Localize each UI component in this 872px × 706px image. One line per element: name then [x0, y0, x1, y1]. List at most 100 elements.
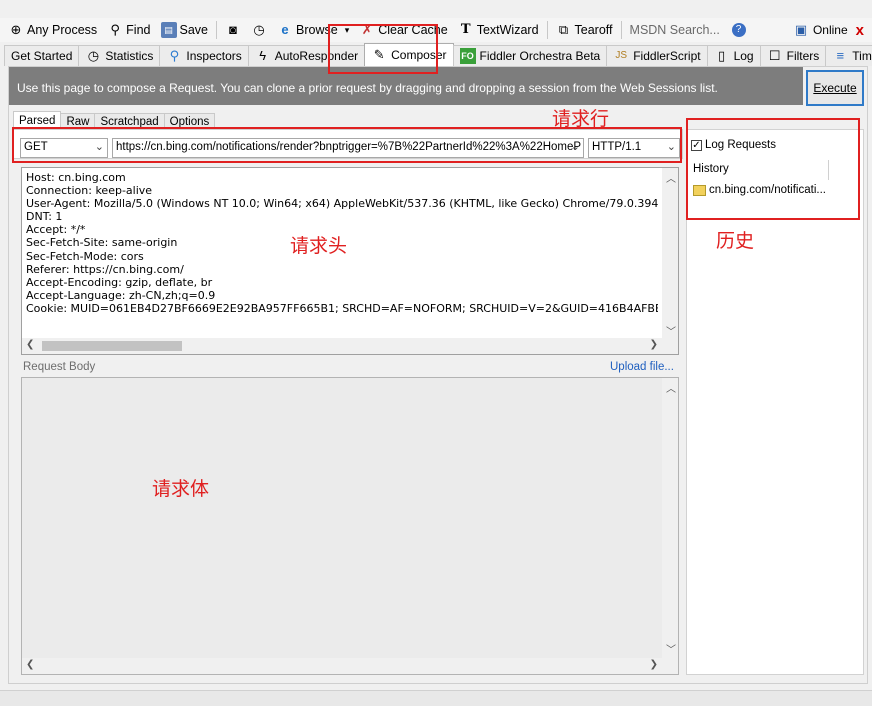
annotation-request-headers: 请求头 [290, 235, 348, 257]
tab-label: Log [733, 49, 754, 63]
annotation-history: 历史 [716, 230, 755, 252]
tab-autoresponder[interactable]: ϟ AutoResponder [247, 45, 366, 66]
browse-label: Browse [296, 23, 338, 37]
vertical-scrollbar[interactable]: ︿ ﹀ [662, 378, 678, 658]
tearoff-button[interactable]: ⧉ Tearoff [552, 19, 617, 41]
save-label: Save [179, 23, 209, 37]
scroll-right-icon[interactable]: ❯ [650, 659, 658, 670]
stopwatch-icon: ◷ [87, 48, 100, 63]
msdn-search-placeholder: MSDN Search... [629, 23, 720, 37]
status-bar [0, 690, 872, 706]
scroll-right-icon[interactable]: ❯ [650, 339, 658, 350]
execute-button[interactable]: Execute [806, 70, 864, 106]
request-headers-editor[interactable]: Host: cn.bing.com Connection: keep-alive… [21, 167, 679, 355]
tab-label: Statistics [105, 49, 154, 63]
tab-get-started[interactable]: Get Started [4, 45, 80, 66]
annotation-request-line: 请求行 [552, 108, 610, 130]
main-tabs: Get Started ◷ Statistics ⚲ Inspectors ϟ Aut… [4, 43, 872, 66]
find-button[interactable]: ⚲ Find [103, 19, 154, 41]
toolbar-separator [620, 21, 622, 39]
tab-label: Inspectors [186, 49, 242, 63]
screenshot-button[interactable]: ◙ [221, 19, 245, 41]
text-wizard-button[interactable]: T TextWizard [454, 19, 543, 41]
online-label: Online [812, 23, 848, 37]
clear-cache-label: Clear Cache [378, 23, 448, 37]
timer-button[interactable]: ◷ [247, 19, 271, 41]
tab-filters[interactable]: ☐ Filters [759, 45, 827, 66]
tearoff-icon: ⧉ [558, 22, 569, 37]
scroll-up-icon[interactable]: ︿ [666, 170, 676, 185]
msdn-search-input[interactable]: MSDN Search... [626, 19, 726, 41]
find-label: Find [126, 23, 151, 37]
url-input[interactable]: https://cn.bing.com/notifications/render… [112, 138, 584, 158]
binoculars-icon: ⚲ [110, 22, 120, 37]
browse-button[interactable]: e Browse ▾ [273, 19, 353, 41]
vertical-scrollbar[interactable]: ︿ ﹀ [662, 168, 678, 340]
scroll-left-icon[interactable]: ❮ [26, 339, 34, 350]
online-icon: ▣ [794, 22, 808, 37]
online-status[interactable]: ▣ Online x [793, 22, 872, 39]
save-button[interactable]: ▤ Save [157, 19, 213, 41]
any-process-button[interactable]: ⊕ Any Process [4, 19, 101, 41]
method-select[interactable]: GET ⌄ [20, 138, 108, 158]
subtab-raw[interactable]: Raw [60, 113, 96, 129]
tearoff-label: Tearoff [574, 23, 613, 37]
tab-label: Get Started [11, 49, 73, 63]
history-pane: ✓ Log Requests History cn.bing.com/notif… [686, 129, 864, 675]
subtab-parsed[interactable]: Parsed [13, 111, 62, 129]
checkmark-icon: ✓ [691, 139, 702, 151]
pencil-icon: ✎ [373, 47, 385, 62]
main-toolbar: ⊕ Any Process ⚲ Find ▤ Save ◙ ◷ e Browse… [0, 18, 872, 42]
composer-banner: Use this page to compose a Request. You … [9, 67, 803, 105]
document-icon: ▯ [718, 48, 726, 63]
tab-fiddlerscript[interactable]: JS FiddlerScript [606, 45, 708, 66]
ie-icon: e [281, 22, 289, 37]
save-icon: ▤ [160, 22, 177, 38]
toolbar-separator [546, 21, 548, 39]
close-icon[interactable]: x [852, 22, 872, 39]
help-button[interactable]: ? [728, 19, 750, 41]
request-body-editor[interactable]: ︿ ﹀ ❮ ❯ [21, 377, 679, 675]
lightning-icon: ϟ [259, 48, 267, 63]
checkbox-icon: ☐ [768, 48, 781, 63]
camera-icon: ◙ [229, 22, 237, 37]
protocol-select[interactable]: HTTP/1.1 ⌄ [588, 138, 680, 158]
chevron-down-icon: ▾ [344, 24, 350, 35]
history-header[interactable]: History [687, 160, 829, 180]
tab-label: Fiddler Orchestra Beta [479, 49, 601, 63]
scroll-thumb[interactable] [42, 341, 182, 351]
tab-log[interactable]: ▯ Log [706, 45, 761, 66]
tab-fiddler-orchestra[interactable]: FO Fiddler Orchestra Beta [452, 45, 608, 66]
subtab-options[interactable]: Options [163, 113, 216, 129]
history-item[interactable]: cn.bing.com/notificati... [693, 184, 826, 196]
upload-file-link[interactable]: Upload file... [610, 361, 674, 373]
subtab-scratchpad[interactable]: Scratchpad [94, 113, 165, 129]
scroll-up-icon[interactable]: ︿ [666, 380, 676, 395]
tab-statistics[interactable]: ◷ Statistics [78, 45, 161, 66]
tab-label: AutoResponder [274, 49, 359, 63]
tab-label: Filters [786, 49, 820, 63]
tab-label: FiddlerScript [633, 49, 701, 63]
history-item-label: cn.bing.com/notificati... [709, 184, 826, 196]
clear-cache-button[interactable]: ✗ Clear Cache [355, 19, 451, 41]
horizontal-scrollbar[interactable]: ❮ ❯ [22, 658, 678, 674]
horizontal-scrollbar[interactable]: ❮ ❯ [22, 338, 678, 354]
timer-icon: ◷ [253, 22, 265, 37]
tab-inspectors[interactable]: ⚲ Inspectors [159, 45, 249, 66]
chevron-down-icon: ⌄ [94, 141, 104, 153]
scroll-left-icon[interactable]: ❮ [26, 659, 34, 670]
log-requests-label: Log Requests [705, 139, 776, 151]
chevron-down-icon: ⌄ [666, 141, 676, 153]
tab-timeline[interactable]: ≡ Timeline [825, 45, 872, 66]
tab-composer[interactable]: ✎ Composer [364, 43, 454, 66]
any-process-label: Any Process [27, 23, 98, 37]
session-icon [693, 184, 706, 196]
toolbar-separator [216, 21, 217, 39]
request-line: GET ⌄ https://cn.bing.com/notifications/… [13, 129, 683, 159]
fo-icon: FO [459, 48, 476, 64]
scroll-down-icon[interactable]: ﹀ [666, 641, 676, 656]
annotation-request-body: 请求体 [152, 478, 210, 500]
log-requests-checkbox[interactable]: ✓ Log Requests [691, 139, 776, 151]
script-icon: JS [615, 50, 628, 61]
scroll-down-icon[interactable]: ﹀ [666, 323, 676, 338]
